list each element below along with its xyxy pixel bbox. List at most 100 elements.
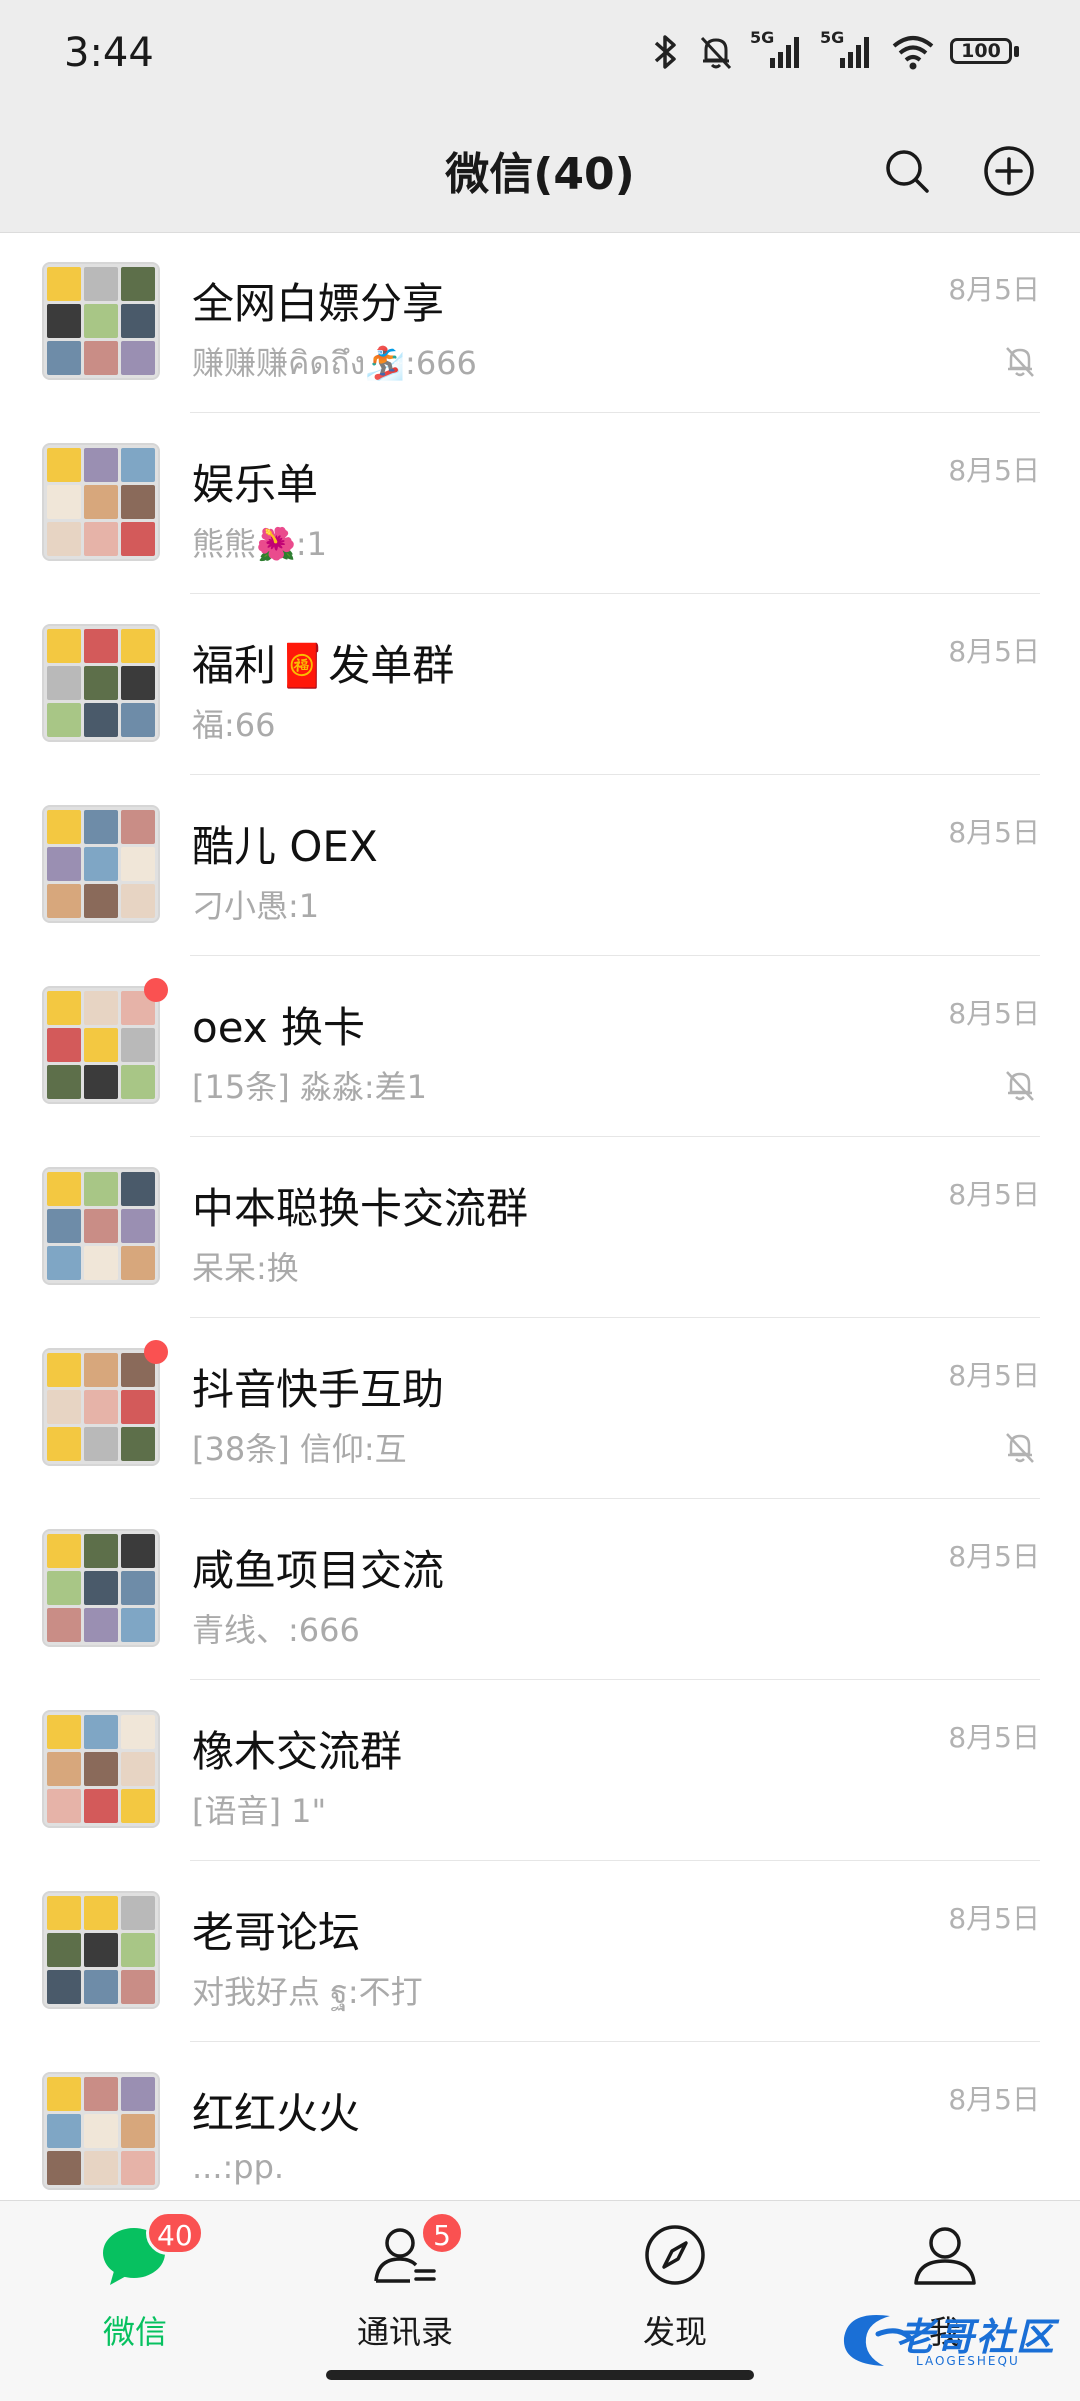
chat-name: 橡木交流群 [192, 1727, 403, 1776]
chat-preview: [15条] 淼淼:差1 [192, 1068, 428, 1106]
chat-list-item[interactable]: 酷儿 OEX 8月5日 刁小愚:1 [0, 775, 1080, 956]
avatar-tile [47, 666, 81, 700]
group-avatar[interactable] [42, 1529, 160, 1647]
chat-list-item[interactable]: oex 换卡 8月5日 [15条] 淼淼:差1 [0, 956, 1080, 1137]
avatar-tile [121, 1896, 155, 1930]
avatar-tile [121, 2077, 155, 2111]
avatar-tile [84, 1353, 118, 1387]
avatar-tile [121, 703, 155, 737]
chat-preview: 青线、:666 [192, 1611, 360, 1649]
avatar-tile [84, 1028, 118, 1062]
group-avatar[interactable] [42, 805, 160, 923]
chat-list-item[interactable]: 橡木交流群 8月5日 [语音] 1" [0, 1680, 1080, 1861]
chat-time: 8月5日 [948, 273, 1040, 306]
avatar-tile [84, 1209, 118, 1243]
chat-preview: ...:pp. [192, 2148, 285, 2186]
chat-list-item[interactable]: 福利🧧发单群 8月5日 福:66 [0, 594, 1080, 775]
avatar-tile [47, 1715, 81, 1749]
group-avatar[interactable] [42, 1340, 168, 1466]
avatar-tile [121, 1209, 155, 1243]
avatar-tile [121, 267, 155, 301]
chat-name: 娱乐单 [192, 460, 319, 509]
group-avatar[interactable] [42, 978, 168, 1104]
avatar-tile [47, 1608, 81, 1642]
avatar-tile [121, 448, 155, 482]
avatar-tile [47, 1209, 81, 1243]
mute-bell-icon [1000, 1064, 1040, 1104]
group-avatar[interactable] [42, 443, 160, 561]
avatar-tile [121, 522, 155, 556]
avatar-tile [84, 991, 118, 1025]
avatar-tile [47, 1028, 81, 1062]
avatar-tile [121, 2151, 155, 2185]
watermark-logo: 老哥社区 LAOGESHEQU [838, 2300, 1068, 2380]
avatar-tile [84, 1246, 118, 1280]
chat-list-item[interactable]: 娱乐单 8月5日 熊熊🌺:1 [0, 413, 1080, 594]
avatar-tile [84, 1970, 118, 2004]
chat-list-item[interactable]: 红红火火 8月5日 ...:pp. [0, 2042, 1080, 2200]
avatar-tile [84, 1065, 118, 1099]
bluetooth-icon [648, 32, 682, 72]
group-avatar[interactable] [42, 624, 160, 742]
chat-name: 全网白嫖分享 [192, 279, 445, 328]
status-bar: 3:44 5G 5G 100 [0, 0, 1080, 118]
avatar-tile [47, 1172, 81, 1206]
add-button[interactable] [976, 140, 1042, 206]
avatar-tile [84, 1752, 118, 1786]
avatar-tile [84, 884, 118, 918]
avatar-tile [84, 1933, 118, 1967]
compass-icon [640, 2221, 710, 2291]
chat-list-item[interactable]: 全网白嫖分享 8月5日 赚赚赚คิดถึง🏂:666 [0, 232, 1080, 413]
group-avatar[interactable] [42, 1710, 160, 1828]
avatar-tile [84, 522, 118, 556]
group-avatar[interactable] [42, 262, 160, 380]
mute-notification-icon [696, 32, 736, 72]
signal-5g-icon-2: 5G [820, 28, 876, 72]
avatar-tile [47, 448, 81, 482]
chat-preview: 呆呆:换 [192, 1249, 299, 1287]
group-avatar[interactable] [42, 1891, 160, 2009]
battery-icon: 100 [950, 36, 1022, 68]
avatar-tile [47, 1789, 81, 1823]
chat-list-item[interactable]: 老哥论坛 8月5日 对我好点 ฐ:不打 [0, 1861, 1080, 2042]
chat-list-item[interactable]: 抖音快手互助 8月5日 [38条] 信仰:互 [0, 1318, 1080, 1499]
avatar-tile [121, 1933, 155, 1967]
group-avatar[interactable] [42, 2072, 160, 2190]
avatar-tile [47, 847, 81, 881]
avatar-tile [47, 629, 81, 663]
avatar-tile [47, 485, 81, 519]
chat-time: 8月5日 [948, 1902, 1040, 1935]
avatar-tile [84, 2151, 118, 2185]
avatar-tile [47, 1427, 81, 1461]
plus-circle-icon [982, 144, 1036, 202]
avatar-tile [47, 267, 81, 301]
avatar-tile [47, 1353, 81, 1387]
avatar-tile [121, 1065, 155, 1099]
avatar-tile [47, 1065, 81, 1099]
avatar-tile [47, 1752, 81, 1786]
tab-discover[interactable]: 发现 [540, 2217, 810, 2357]
avatar-tile [121, 1715, 155, 1749]
tab-contacts[interactable]: 5 通讯录 [270, 2211, 540, 2357]
home-indicator[interactable] [326, 2370, 754, 2380]
search-button[interactable] [874, 140, 940, 206]
avatar-tile [47, 703, 81, 737]
avatar-tile [47, 1246, 81, 1280]
chat-list-item[interactable]: 中本聪换卡交流群 8月5日 呆呆:换 [0, 1137, 1080, 1318]
avatar-tile [47, 810, 81, 844]
chat-time: 8月5日 [948, 454, 1040, 487]
avatar-tile [121, 1390, 155, 1424]
chat-body: 老哥论坛 8月5日 对我好点 ฐ:不打 [190, 1861, 1040, 2042]
avatar-tile [84, 448, 118, 482]
person-icon [910, 2221, 980, 2291]
tab-chats[interactable]: 40 微信 [0, 2211, 270, 2357]
tab-label-chats: 微信 [102, 2313, 167, 2351]
chat-name: 咸鱼项目交流 [192, 1546, 445, 1595]
avatar-tile [84, 1789, 118, 1823]
avatar-tile [84, 2114, 118, 2148]
group-avatar[interactable] [42, 1167, 160, 1285]
avatar-tile [121, 1789, 155, 1823]
avatar-tile [47, 522, 81, 556]
chat-list-item[interactable]: 咸鱼项目交流 8月5日 青线、:666 [0, 1499, 1080, 1680]
chat-body: 全网白嫖分享 8月5日 赚赚赚คิดถึง🏂:666 [190, 232, 1040, 413]
